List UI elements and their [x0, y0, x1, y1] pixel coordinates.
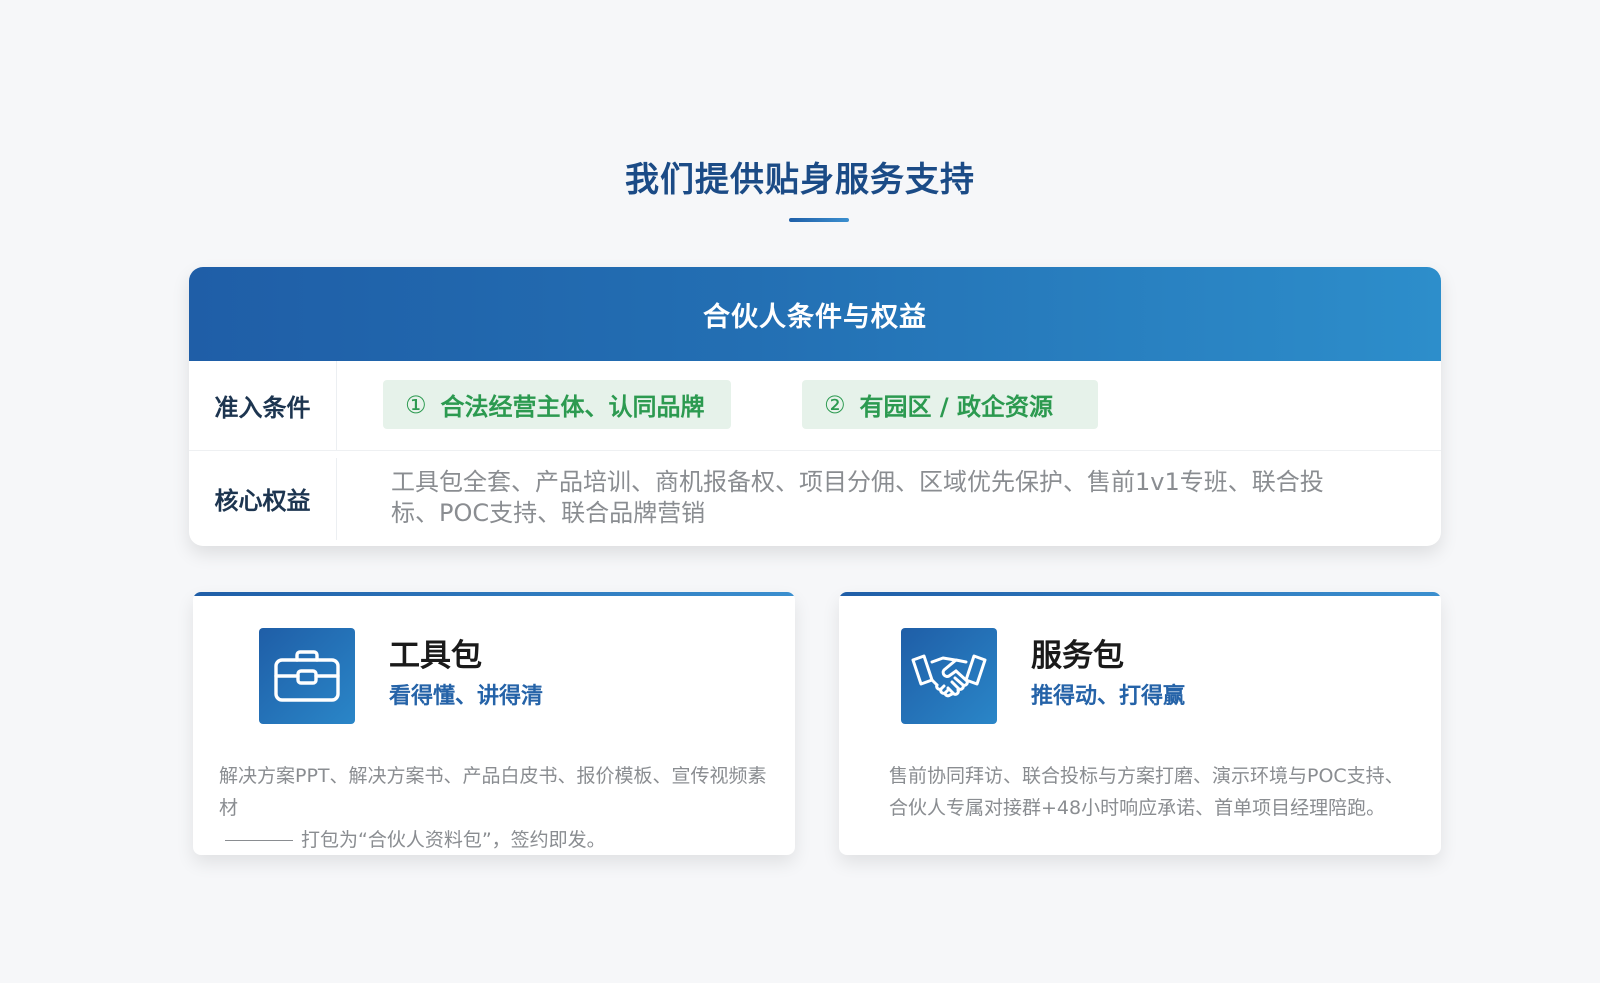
tools-pack-description: 解决方案PPT、解决方案书、产品白皮书、报价模板、宣传视频素材 打包为“合伙人资… [219, 760, 779, 855]
service-pack-desc-line1: 售前协同拜访、联合投标与方案打磨、演示环境与POC支持、 [889, 765, 1404, 787]
dash-divider [225, 840, 293, 841]
service-pack-desc-line2: 合伙人专属对接群+48小时响应承诺、首单项目经理陪跑。 [889, 797, 1386, 819]
condition-number: ① [405, 390, 427, 419]
condition-text: 有园区 / 政企资源 [859, 393, 1053, 421]
service-pack-subtitle: 推得动、打得赢 [1031, 684, 1186, 709]
condition-text: 合法经营主体、认同品牌 [440, 393, 705, 421]
tools-pack-desc-line2-wrap: 打包为“合伙人资料包”，签约即发。 [219, 824, 779, 855]
tools-pack-desc-line1: 解决方案PPT、解决方案书、产品白皮书、报价模板、宣传视频素材 [219, 765, 767, 819]
core-benefits-label: 核心权益 [189, 457, 337, 540]
condition-pill: ① 合法经营主体、认同品牌 [383, 380, 731, 429]
core-benefits-row: 核心权益 工具包全套、产品培训、商机报备权、项目分佣、区域优先保护、售前1v1专… [189, 451, 1441, 546]
service-pack-description: 售前协同拜访、联合投标与方案打磨、演示环境与POC支持、 合伙人专属对接群+48… [889, 760, 1419, 824]
core-benefits-text: 工具包全套、产品培训、商机报备权、项目分佣、区域优先保护、售前1v1专班、联合投… [391, 468, 1324, 527]
condition-pill: ② 有园区 / 政企资源 [802, 380, 1098, 429]
tools-pack-subtitle: 看得懂、讲得清 [389, 684, 544, 709]
partner-header-title: 合伙人条件与权益 [703, 301, 927, 333]
section-title: 我们提供贴身服务支持 [625, 160, 975, 200]
toolbox-icon [259, 628, 355, 724]
page: 我们提供贴身服务支持 合伙人条件与权益 准入条件 ① 合法经营主体、认同品牌 ②… [0, 0, 1600, 983]
service-pack-title: 服务包 [1031, 638, 1124, 674]
tools-pack-desc-line2: 打包为“合伙人资料包”，签约即发。 [301, 829, 606, 851]
partner-card: 合伙人条件与权益 准入条件 ① 合法经营主体、认同品牌 ② 有园区 / 政企资源… [189, 267, 1441, 546]
entry-conditions-label: 准入条件 [189, 361, 337, 450]
handshake-icon [901, 628, 997, 724]
title-underline [789, 218, 849, 222]
service-pack-card: 服务包 推得动、打得赢 售前协同拜访、联合投标与方案打磨、演示环境与POC支持、… [839, 592, 1441, 855]
partner-header: 合伙人条件与权益 [189, 267, 1441, 361]
tools-pack-card: 工具包 看得懂、讲得清 解决方案PPT、解决方案书、产品白皮书、报价模板、宣传视… [193, 592, 795, 855]
entry-conditions-row: 准入条件 ① 合法经营主体、认同品牌 ② 有园区 / 政企资源 [189, 361, 1441, 451]
condition-number: ② [824, 390, 846, 419]
tools-pack-title: 工具包 [389, 638, 482, 674]
